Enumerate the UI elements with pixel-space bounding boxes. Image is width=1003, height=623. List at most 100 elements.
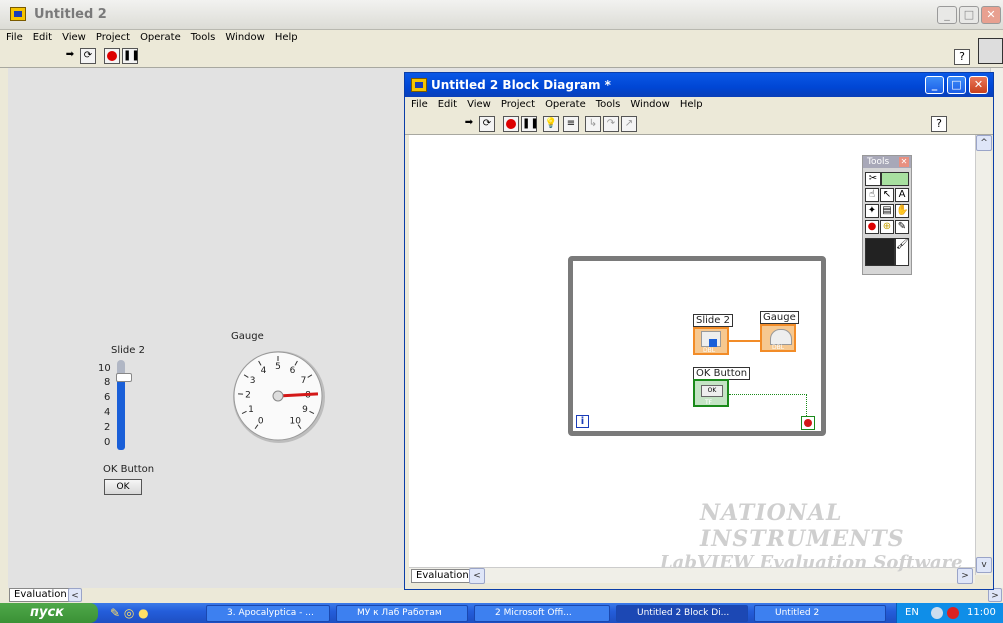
evaluation-tab[interactable]: Evaluation: [9, 588, 72, 602]
maximize-button[interactable]: □: [959, 6, 979, 24]
bd-run-continuous-icon[interactable]: ⟳: [479, 116, 495, 132]
tools-close-icon[interactable]: ✕: [899, 157, 909, 167]
bd-title-bar[interactable]: Untitled 2 Block Diagram * _ □ ✕: [405, 73, 993, 97]
menu-project[interactable]: Project: [96, 30, 130, 46]
bd-menu-help[interactable]: Help: [680, 97, 703, 113]
breakpoint-icon[interactable]: ●: [865, 220, 879, 234]
bd-menu-file[interactable]: File: [411, 97, 428, 113]
bd-run-arrow-icon[interactable]: ➡: [461, 116, 477, 132]
watermark-line1: NATIONAL: [700, 500, 843, 526]
auto-tool-icon[interactable]: ✂: [865, 172, 881, 186]
ok-button-terminal-icon[interactable]: OK TF: [693, 379, 729, 407]
bd-abort-icon[interactable]: [503, 116, 519, 132]
context-help-icon[interactable]: ?: [954, 49, 970, 65]
bd-vertical-scrollbar[interactable]: ^ v: [975, 135, 992, 575]
system-tray: EN 11:00: [896, 603, 1003, 623]
bd-menu-window[interactable]: Window: [630, 97, 669, 113]
bd-menu-project[interactable]: Project: [501, 97, 535, 113]
gauge-tick-label: 9: [302, 405, 308, 415]
loop-iteration-terminal[interactable]: i: [576, 415, 589, 428]
title-bar[interactable]: Untitled 2 _ □ ✕: [0, 0, 1003, 30]
bd-menu-operate[interactable]: Operate: [545, 97, 586, 113]
boolean-wire-vertical[interactable]: [806, 394, 807, 416]
probe-icon[interactable]: ⊕: [880, 220, 894, 234]
vi-connector-icon[interactable]: [978, 38, 1003, 64]
menu-tools[interactable]: Tools: [191, 30, 216, 46]
loop-stop-terminal[interactable]: [801, 416, 815, 430]
numeric-wire[interactable]: [729, 340, 760, 342]
bd-pause-icon[interactable]: ❚❚: [521, 116, 539, 132]
bd-context-help-icon[interactable]: ?: [931, 116, 947, 132]
run-continuous-icon[interactable]: ⟳: [80, 48, 96, 64]
bd-scroll-left-icon[interactable]: <: [469, 568, 485, 584]
menu-window[interactable]: Window: [225, 30, 264, 46]
bd-scroll-down-icon[interactable]: v: [976, 557, 992, 573]
step-into-icon[interactable]: ↳: [585, 116, 601, 132]
ok-terminal-tf: TF: [705, 399, 713, 406]
tray-icon-1[interactable]: [931, 607, 943, 619]
quicklaunch-icons[interactable]: ✎ ◎ ●: [110, 606, 149, 620]
auto-select-indicator[interactable]: [881, 172, 909, 186]
scroll-right-icon[interactable]: >: [988, 588, 1002, 602]
gauge-tick-label: 5: [275, 362, 281, 372]
bd-menu-tools[interactable]: Tools: [596, 97, 621, 113]
bd-close-button[interactable]: ✕: [969, 76, 988, 94]
tray-icon-2[interactable]: [947, 607, 959, 619]
menu-edit[interactable]: Edit: [33, 30, 52, 46]
bd-gauge-label: Gauge: [760, 311, 799, 324]
pause-icon[interactable]: ❚❚: [122, 48, 140, 64]
gauge-label: Gauge: [231, 331, 264, 342]
close-button[interactable]: ✕: [981, 6, 1001, 24]
watermark-line3: LabVIEW Evaluation Software: [660, 552, 963, 573]
slide-tick-6: 6: [104, 392, 111, 403]
bd-maximize-button[interactable]: □: [947, 76, 966, 94]
bd-scroll-up-icon[interactable]: ^: [976, 135, 992, 151]
ok-button[interactable]: OK: [104, 479, 142, 495]
wiring-tool-icon[interactable]: ✦: [865, 204, 879, 218]
task-block-diagram[interactable]: Untitled 2 Block Di...: [616, 605, 748, 622]
language-indicator[interactable]: EN: [905, 603, 919, 623]
labview-watermark: NATIONAL INSTRUMENTS LabVIEW Evaluation …: [660, 500, 963, 573]
abort-icon[interactable]: [104, 48, 120, 64]
gauge-needle: [277, 392, 319, 398]
gauge-tick-label: 2: [245, 390, 251, 400]
slide-fill: [117, 378, 125, 450]
bd-menu-view[interactable]: View: [467, 97, 491, 113]
slide-thumb[interactable]: [116, 373, 132, 382]
retain-wire-values-icon[interactable]: ≡: [563, 116, 579, 132]
step-over-icon[interactable]: ↷: [603, 116, 619, 132]
operate-hand-icon[interactable]: ☝: [865, 188, 879, 202]
highlight-execution-icon[interactable]: 💡: [543, 116, 559, 132]
color-copy-icon[interactable]: ✎: [895, 220, 909, 234]
menu-view[interactable]: View: [62, 30, 86, 46]
start-label: пуск: [30, 605, 64, 620]
gauge-indicator: 012345678910: [233, 351, 325, 443]
menu-file[interactable]: File: [6, 30, 23, 46]
task-word[interactable]: 2 Microsoft Offi...: [474, 605, 610, 622]
gauge-tick-label: 0: [258, 417, 264, 427]
menu-help[interactable]: Help: [275, 30, 298, 46]
bd-menu-edit[interactable]: Edit: [438, 97, 457, 113]
task-front-panel[interactable]: Untitled 2: [754, 605, 886, 622]
minimize-button[interactable]: _: [937, 6, 957, 24]
scroll-left-icon[interactable]: <: [68, 588, 82, 602]
start-button[interactable]: пуск: [0, 603, 98, 623]
boolean-wire-horizontal[interactable]: [729, 394, 807, 395]
coloring-brush-icon[interactable]: 🖌: [895, 238, 909, 266]
toolbar: ➡ ⟳ ❚❚ ?: [0, 46, 1003, 68]
color-swatch-icon[interactable]: [865, 238, 895, 266]
menu-operate[interactable]: Operate: [140, 30, 181, 46]
gauge-terminal-icon[interactable]: DBL: [760, 324, 796, 352]
task-folder[interactable]: МУ к Лаб Работам: [336, 605, 468, 622]
shortcut-menu-icon[interactable]: ▤: [880, 204, 894, 218]
bd-minimize-button[interactable]: _: [925, 76, 944, 94]
text-tool-icon[interactable]: A: [895, 188, 909, 202]
position-arrow-icon[interactable]: ↖: [880, 188, 894, 202]
tools-palette: Tools ✕ ✂ ☝ ↖ A ✦ ▤ ✋ ● ⊕ ✎ 🖌: [862, 155, 912, 275]
scroll-hand-icon[interactable]: ✋: [895, 204, 909, 218]
step-out-icon[interactable]: ↗: [621, 116, 637, 132]
task-apocalyptica[interactable]: 3. Apocalyptica - ...: [206, 605, 330, 622]
slide-terminal-icon[interactable]: DBL: [693, 327, 729, 355]
bd-evaluation-tab[interactable]: Evaluation: [411, 569, 474, 583]
run-arrow-icon[interactable]: ➡: [62, 48, 78, 64]
